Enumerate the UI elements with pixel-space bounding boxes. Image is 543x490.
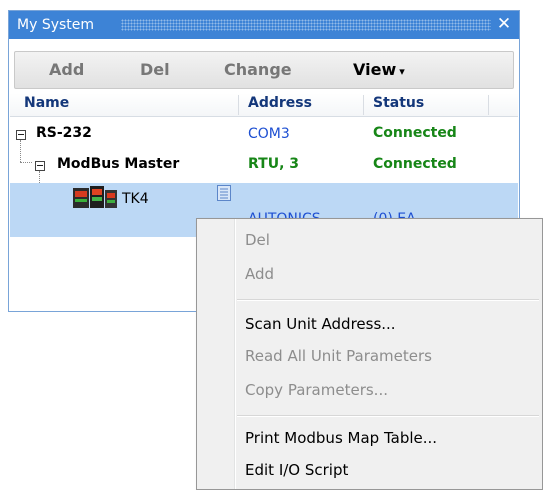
menu-item-add[interactable]: Add bbox=[199, 260, 540, 290]
column-divider[interactable] bbox=[488, 95, 489, 115]
context-menu: Del Add Scan Unit Address... Read All Un… bbox=[196, 218, 543, 490]
del-button[interactable]: Del bbox=[140, 60, 170, 79]
row-address: RTU, 3 bbox=[248, 156, 300, 172]
add-button[interactable]: Add bbox=[49, 60, 84, 79]
close-icon[interactable]: ✕ bbox=[495, 14, 513, 34]
menu-item-copy-parameters[interactable]: Copy Parameters... bbox=[199, 376, 540, 406]
menu-item-label: Read All Unit Parameters bbox=[245, 347, 432, 365]
controller-device-icon bbox=[73, 186, 117, 208]
column-header-name[interactable]: Name bbox=[24, 95, 69, 111]
document-icon[interactable] bbox=[217, 185, 231, 201]
toolbar: Add Del Change View ▾ bbox=[14, 51, 514, 89]
menu-separator bbox=[237, 299, 539, 301]
menu-separator bbox=[237, 415, 539, 417]
menu-item-label: Add bbox=[245, 265, 275, 283]
menu-item-edit-io-script[interactable]: Edit I/O Script bbox=[199, 456, 540, 486]
column-header-status[interactable]: Status bbox=[373, 95, 424, 111]
row-address: COM3 bbox=[248, 126, 290, 142]
row-name: ModBus Master bbox=[57, 156, 180, 172]
menu-item-label: Copy Parameters... bbox=[245, 381, 388, 399]
menu-item-label: Print Modbus Map Table... bbox=[245, 429, 438, 447]
column-header-address[interactable]: Address bbox=[248, 95, 312, 111]
row-status: Connected bbox=[373, 156, 457, 172]
column-divider[interactable] bbox=[238, 95, 239, 115]
grid-header: Name Address Status bbox=[10, 93, 518, 117]
menu-item-del[interactable]: Del bbox=[199, 226, 540, 256]
collapse-icon[interactable] bbox=[35, 161, 45, 171]
collapse-icon[interactable] bbox=[16, 130, 26, 140]
view-menu-button[interactable]: View ▾ bbox=[353, 60, 405, 79]
menu-item-label: Edit I/O Script bbox=[245, 461, 349, 479]
panel-title: My System bbox=[17, 17, 95, 33]
menu-item-read-all-unit-parameters[interactable]: Read All Unit Parameters bbox=[199, 342, 540, 372]
tree-row-modbus-master[interactable]: ModBus Master RTU, 3 Connected bbox=[10, 151, 518, 181]
menu-item-print-modbus-map-table[interactable]: Print Modbus Map Table... bbox=[199, 424, 540, 454]
row-status: Connected bbox=[373, 125, 457, 141]
menu-item-label: Scan Unit Address... bbox=[245, 315, 396, 333]
tree-row-rs232[interactable]: RS-232 COM3 Connected bbox=[10, 120, 518, 150]
row-name: RS-232 bbox=[36, 125, 92, 141]
row-name: TK4 bbox=[122, 191, 149, 207]
change-button[interactable]: Change bbox=[224, 60, 292, 79]
column-divider[interactable] bbox=[363, 95, 364, 115]
menu-item-label: Del bbox=[245, 231, 270, 249]
view-label: View bbox=[353, 60, 397, 79]
panel-titlebar[interactable]: My System ✕ bbox=[9, 11, 519, 39]
chevron-down-icon: ▾ bbox=[399, 65, 405, 78]
titlebar-grip bbox=[121, 19, 491, 31]
menu-item-scan-unit-address[interactable]: Scan Unit Address... bbox=[199, 310, 540, 340]
